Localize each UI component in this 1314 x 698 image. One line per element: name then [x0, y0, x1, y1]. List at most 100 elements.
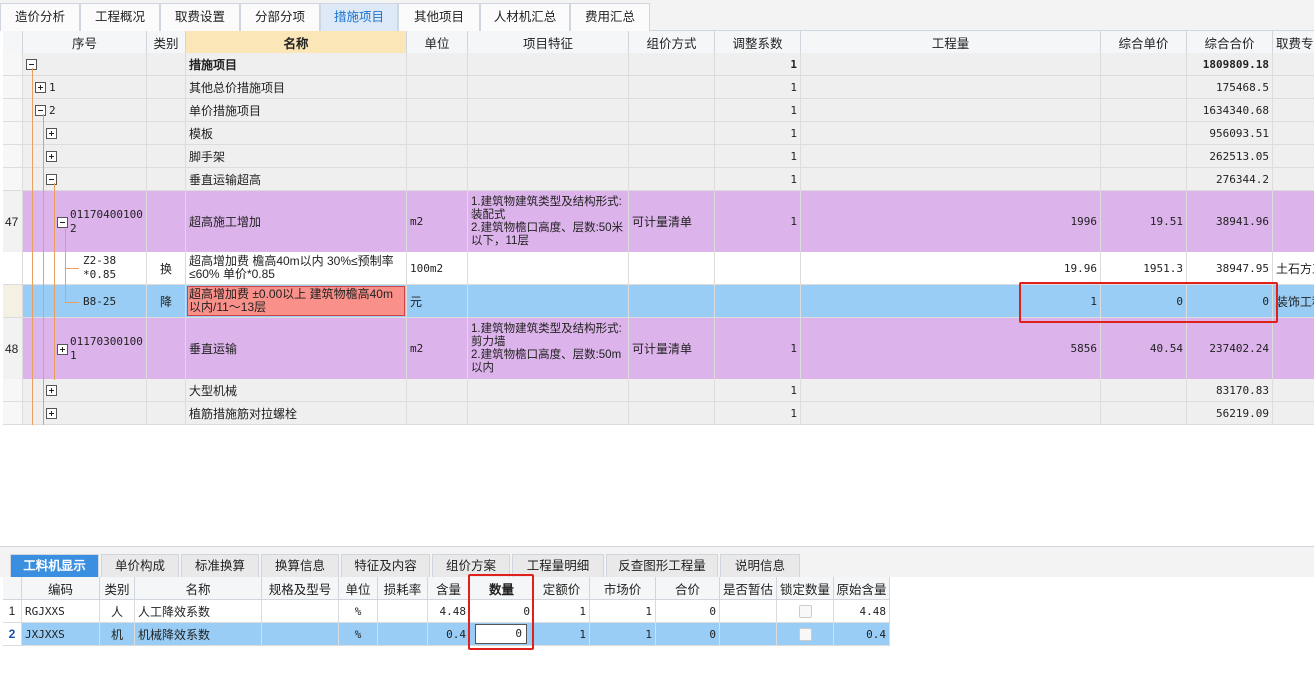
method-cell[interactable] [629, 122, 715, 145]
code-cell[interactable]: JXJXXS [22, 623, 100, 646]
fee-cell[interactable] [1273, 145, 1314, 168]
header-coef[interactable]: 调整系数 [715, 31, 801, 54]
fee-cell[interactable] [1273, 122, 1314, 145]
fee-cell[interactable] [1273, 318, 1314, 380]
unit-price-cell[interactable]: 40.54 [1101, 318, 1187, 380]
unit-cell[interactable] [407, 53, 468, 76]
total-cell[interactable]: 56219.09 [1187, 402, 1273, 425]
unit-cell[interactable]: % [339, 600, 378, 623]
tab-standard-conversion[interactable]: 标准换算 [181, 554, 259, 578]
table-row[interactable]: 植筋措施筋对拉螺栓 1 56219.09 [3, 402, 1314, 425]
unit-cell[interactable] [407, 402, 468, 425]
fee-cell[interactable] [1273, 53, 1314, 76]
qty-cell[interactable] [801, 145, 1101, 168]
coef-cell[interactable]: 1 [715, 145, 801, 168]
header-orig[interactable]: 原始含量 [834, 577, 890, 600]
market-price-cell[interactable]: 1 [590, 600, 656, 623]
amount-cell[interactable]: 0 [470, 623, 534, 646]
quota-price-cell[interactable]: 1 [534, 623, 590, 646]
type-cell[interactable] [147, 122, 186, 145]
tab-labor-material-summary[interactable]: 人材机汇总 [480, 3, 570, 31]
content-cell[interactable]: 4.48 [428, 600, 470, 623]
seq-cell[interactable] [23, 145, 147, 168]
name-cell[interactable]: 植筋措施筋对拉螺栓 [186, 402, 407, 425]
seq-cell[interactable]: B8-25 [23, 285, 147, 318]
seq-cell[interactable]: Z2-38 *0.85 [23, 252, 147, 285]
type-cell[interactable] [147, 76, 186, 99]
name-cell[interactable]: 超高施工增加 [186, 191, 407, 253]
seq-cell[interactable] [23, 379, 147, 402]
unit-price-cell[interactable] [1101, 145, 1187, 168]
header-name[interactable]: 名称 [135, 577, 262, 600]
header-unit-price[interactable]: 综合单价 [1101, 31, 1187, 54]
type-cell[interactable] [147, 379, 186, 402]
method-cell[interactable] [629, 99, 715, 122]
unit-price-cell[interactable]: 19.51 [1101, 191, 1187, 253]
loss-cell[interactable] [378, 623, 428, 646]
tab-other-items[interactable]: 其他项目 [398, 3, 480, 31]
header-seq[interactable]: 序号 [23, 31, 147, 54]
qty-cell[interactable] [801, 122, 1101, 145]
total-cell[interactable]: 38947.95 [1187, 252, 1273, 285]
table-row[interactable]: 48 011703001001 垂直运输 m2 1.建筑物建筑类型及结构形式:剪… [3, 318, 1314, 380]
tab-cost-analysis[interactable]: 造价分析 [0, 3, 80, 31]
seq-cell[interactable] [23, 53, 147, 76]
unit-cell[interactable] [407, 76, 468, 99]
table-row[interactable]: 大型机械 1 83170.83 [3, 379, 1314, 402]
name-cell[interactable]: 措施项目 [186, 53, 407, 76]
feature-cell[interactable]: 1.建筑物建筑类型及结构形式:装配式 2.建筑物檐口高度、层数:50米以下，11… [468, 191, 629, 253]
fee-cell[interactable] [1273, 379, 1314, 402]
header-content[interactable]: 含量 [428, 577, 470, 600]
collapse-icon[interactable] [46, 173, 57, 185]
name-cell[interactable]: 垂直运输 [186, 318, 407, 380]
unit-price-cell[interactable]: 1951.3 [1101, 252, 1187, 285]
table-row[interactable]: 1 RGJXXS 人 人工降效系数 % 4.48 0 1 1 0 4.48 [3, 600, 1314, 623]
header-lock[interactable]: 锁定数量 [777, 577, 834, 600]
name-cell[interactable]: 人工降效系数 [135, 600, 262, 623]
total-cell[interactable]: 83170.83 [1187, 379, 1273, 402]
qty-cell[interactable] [801, 53, 1101, 76]
name-cell[interactable]: 模板 [186, 122, 407, 145]
tab-fee-settings[interactable]: 取费设置 [160, 3, 240, 31]
type-cell[interactable]: 降 [147, 285, 186, 318]
expand-icon[interactable] [46, 407, 57, 419]
header-type[interactable]: 类别 [100, 577, 135, 600]
seq-cell[interactable]: 011704001002 [23, 191, 147, 253]
name-cell[interactable]: 垂直运输超高 [186, 168, 407, 191]
feature-cell[interactable] [468, 168, 629, 191]
header-spec[interactable]: 规格及型号 [262, 577, 339, 600]
total-cell[interactable]: 1634340.68 [1187, 99, 1273, 122]
table-row[interactable]: 2 单价措施项目 1 1634340.68 [3, 99, 1314, 122]
lock-checkbox[interactable] [798, 604, 812, 618]
total-cell[interactable]: 175468.5 [1187, 76, 1273, 99]
orig-cell[interactable]: 0.4 [834, 623, 890, 646]
fee-cell[interactable] [1273, 168, 1314, 191]
tab-quantity-detail[interactable]: 工程量明细 [512, 554, 604, 578]
feature-cell[interactable] [468, 252, 629, 285]
header-quota-price[interactable]: 定额价 [534, 577, 590, 600]
header-tentative[interactable]: 是否暂估 [720, 577, 777, 600]
name-cell[interactable]: 超高增加费 ±0.00以上 建筑物檐高40m以内/11～13层 [186, 285, 407, 318]
qty-cell[interactable] [801, 99, 1101, 122]
qty-cell[interactable]: 19.96 [801, 252, 1101, 285]
header-total[interactable]: 综合合价 [1187, 31, 1273, 54]
tab-sub-items[interactable]: 分部分项 [240, 3, 320, 31]
qty-cell[interactable]: 1 [801, 285, 1101, 318]
unit-price-cell[interactable] [1101, 76, 1187, 99]
type-cell[interactable]: 换 [147, 252, 186, 285]
type-cell[interactable] [147, 53, 186, 76]
table-row[interactable]: 47 011704001002 超高施工增加 m2 1.建筑物建筑类型及结构形式… [3, 191, 1314, 253]
type-cell[interactable] [147, 99, 186, 122]
method-cell[interactable] [629, 53, 715, 76]
method-cell[interactable] [629, 168, 715, 191]
header-name[interactable]: 名称 [186, 31, 407, 54]
method-cell[interactable] [629, 76, 715, 99]
method-cell[interactable] [629, 402, 715, 425]
feature-cell[interactable] [468, 122, 629, 145]
total-cell[interactable]: 262513.05 [1187, 145, 1273, 168]
seq-cell[interactable]: 011703001001 [23, 318, 147, 380]
table-row[interactable]: 措施项目 1 1809809.18 [3, 53, 1314, 76]
qty-cell[interactable]: 5856 [801, 318, 1101, 380]
coef-cell[interactable]: 1 [715, 122, 801, 145]
unit-price-cell[interactable] [1101, 402, 1187, 425]
